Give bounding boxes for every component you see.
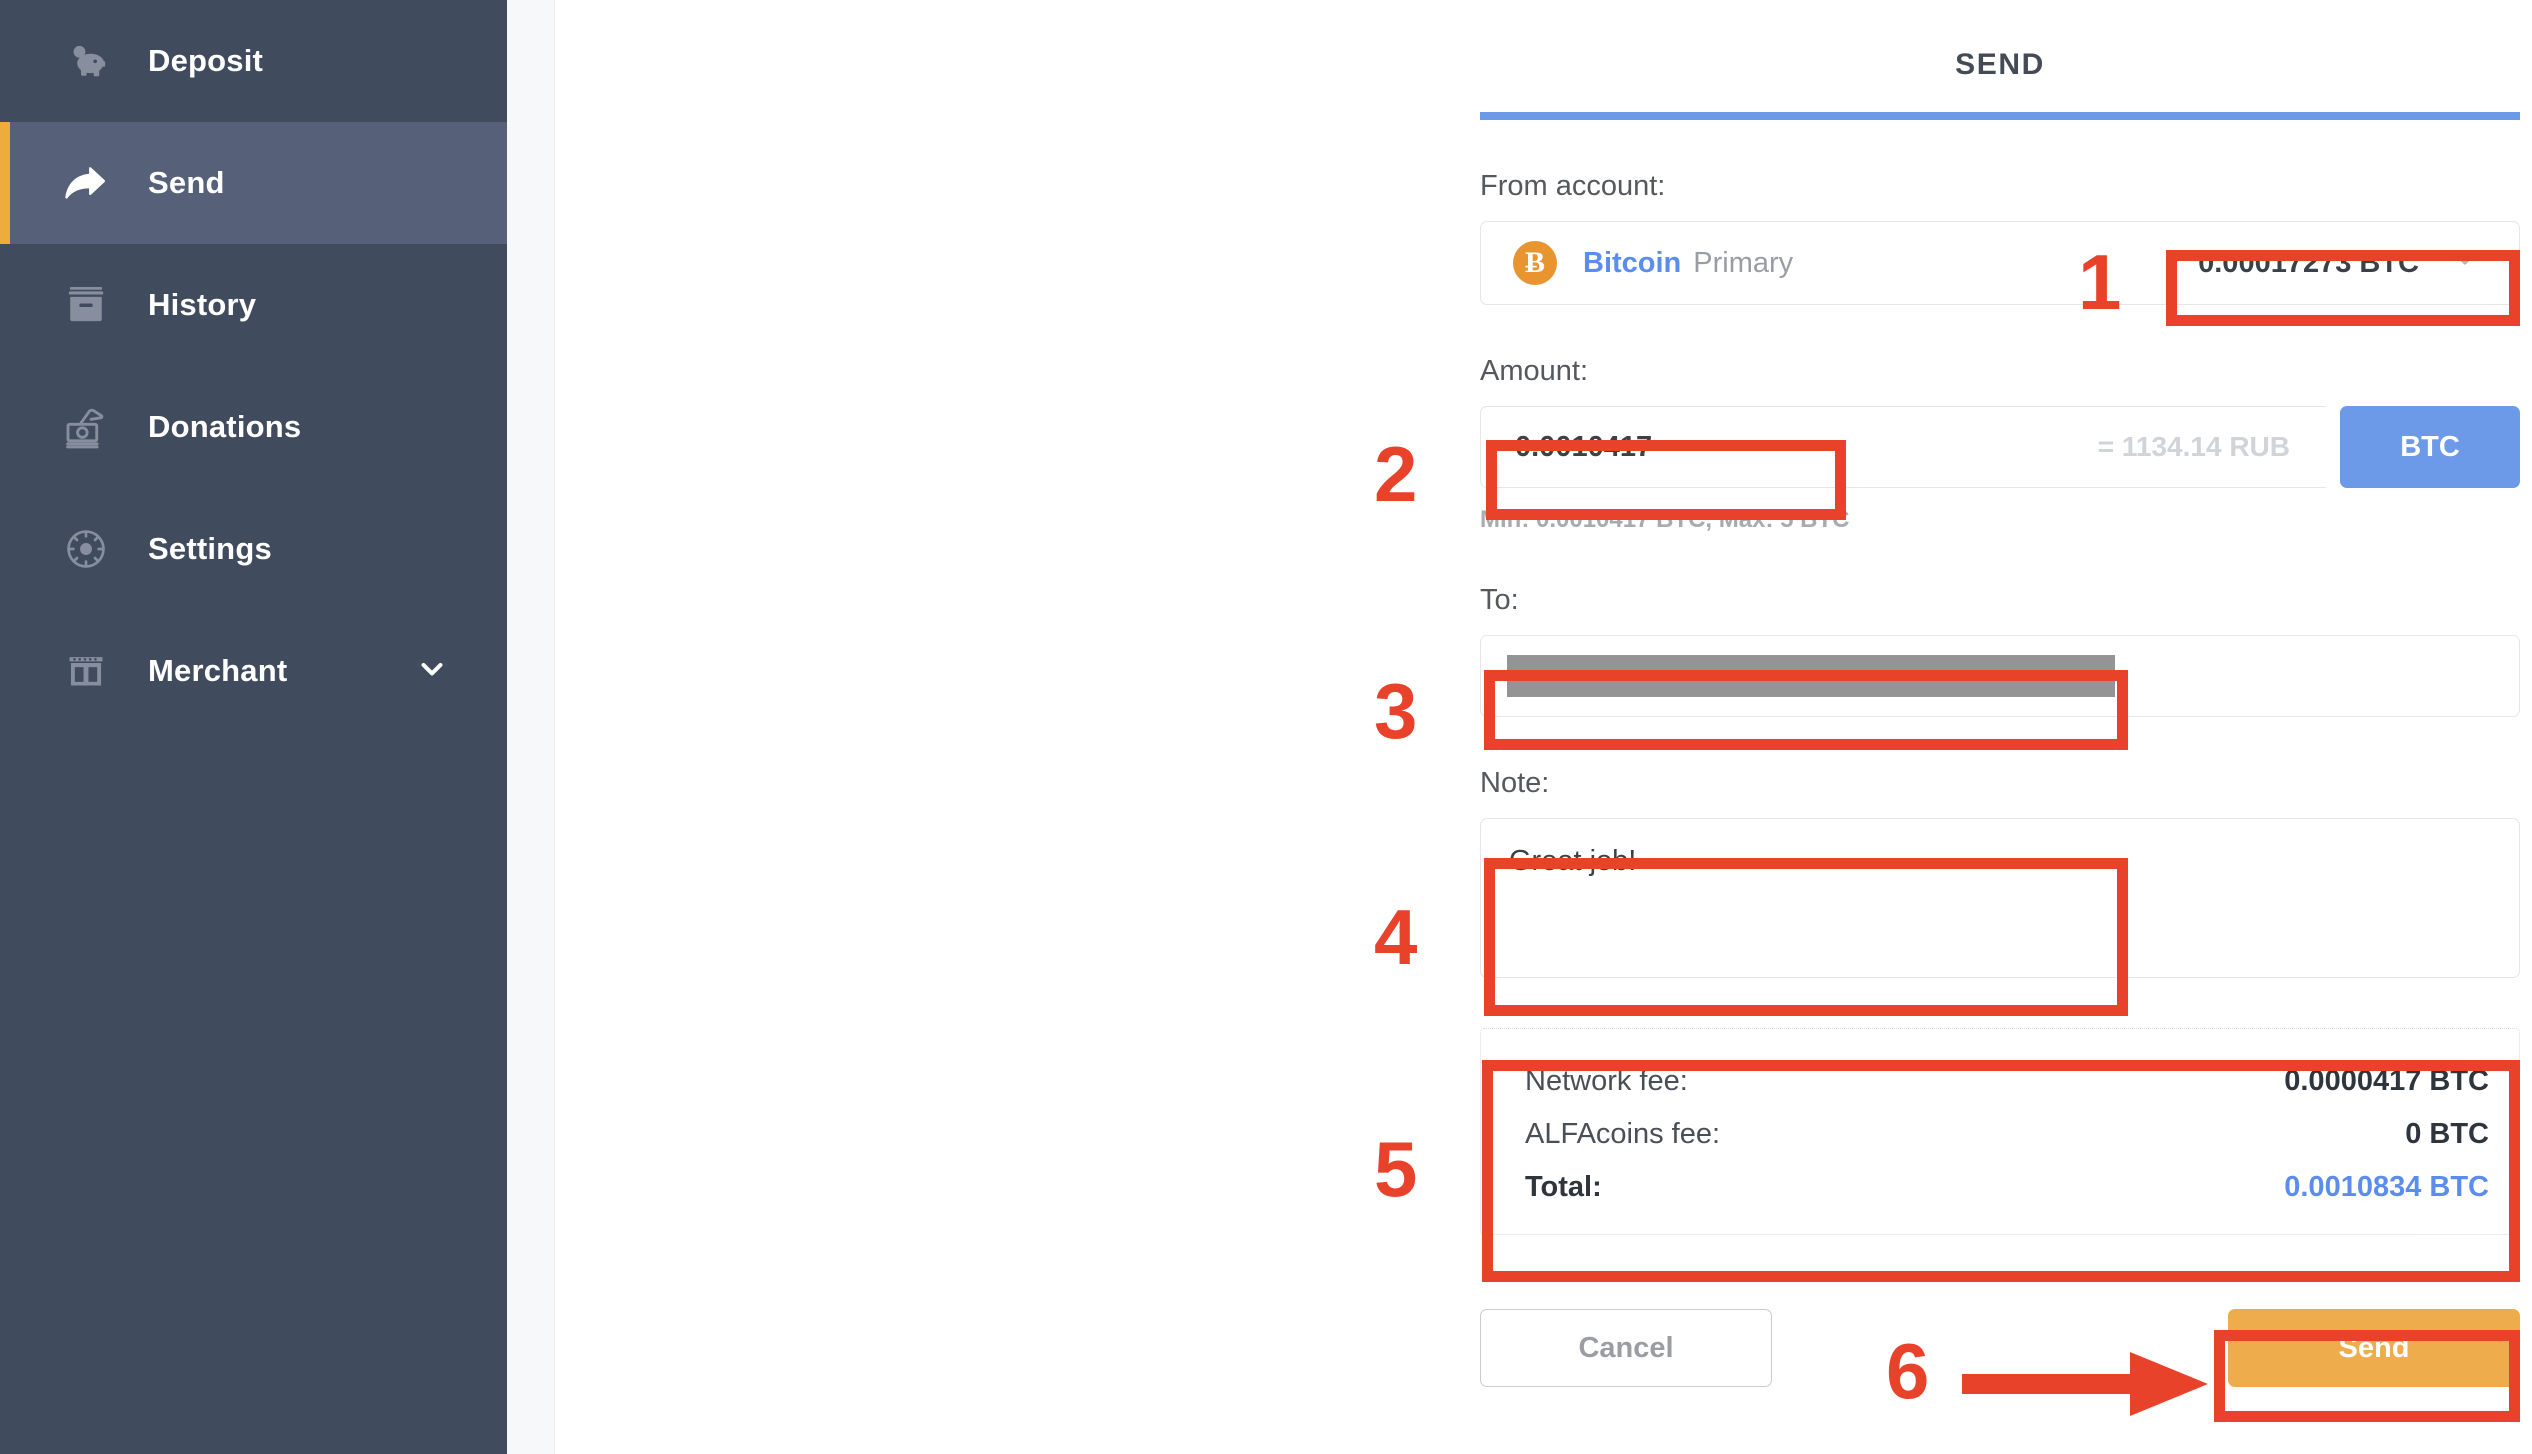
fee-row-total: Total: 0.0010834 BTC xyxy=(1525,1171,2489,1204)
amount-input[interactable]: 0.0010417 = 1134.14 RUB xyxy=(1480,406,2326,488)
sidebar-item-label: Merchant xyxy=(148,653,288,688)
sidebar-item-label: Settings xyxy=(148,531,272,566)
main-content: SEND From account: Ƀ Bitcoin Primary 0.0… xyxy=(556,0,2532,1454)
sidebar-item-deposit[interactable]: Deposit xyxy=(0,0,507,122)
sidebar-item-label: Donations xyxy=(148,409,302,444)
store-icon xyxy=(60,645,112,697)
piggy-bank-icon xyxy=(60,35,112,87)
amount-row: 0.0010417 = 1134.14 RUB BTC xyxy=(1480,406,2520,488)
fee-label: Network fee: xyxy=(1525,1065,1688,1097)
currency-toggle-button[interactable]: BTC xyxy=(2340,406,2520,488)
fee-value: 0 BTC xyxy=(2405,1118,2489,1150)
send-form: SEND From account: Ƀ Bitcoin Primary 0.0… xyxy=(1480,0,2520,1387)
send-button[interactable]: Send xyxy=(2228,1309,2520,1387)
archive-box-icon xyxy=(60,279,112,331)
sidebar-item-label: History xyxy=(148,287,257,322)
chevron-down-icon[interactable] xyxy=(2451,245,2479,281)
fee-row-service: ALFAcoins fee: 0 BTC xyxy=(1525,1118,2489,1151)
annotation-number-6: 6 xyxy=(1886,1327,1930,1415)
account-balance-select[interactable]: 0.00017273 BTC xyxy=(2198,245,2519,281)
fee-summary: Network fee: 0.0000417 BTC ALFAcoins fee… xyxy=(1480,1028,2520,1235)
page-title: SEND xyxy=(1955,48,2045,81)
sidebar-item-donations[interactable]: Donations xyxy=(0,366,507,488)
sidebar-item-label: Send xyxy=(148,165,225,200)
gear-icon xyxy=(60,523,112,575)
account-name: Bitcoin xyxy=(1583,246,1682,279)
to-input[interactable] xyxy=(1480,635,2520,717)
chevron-down-icon[interactable] xyxy=(415,652,449,691)
hand-coin-icon xyxy=(60,401,112,453)
to-label: To: xyxy=(1480,584,1519,616)
fee-value: 0.0000417 BTC xyxy=(2284,1065,2489,1097)
app-window: Deposit Send History Donations Settings … xyxy=(0,0,2532,1454)
sidebar-item-label: Deposit xyxy=(148,43,264,78)
sidebar-item-merchant[interactable]: Merchant xyxy=(0,610,507,732)
sidebar-item-history[interactable]: History xyxy=(0,244,507,366)
content-gutter xyxy=(507,0,555,1454)
annotation-number-1: 1 xyxy=(2078,238,2122,326)
amount-value: 0.0010417 xyxy=(1515,430,1653,463)
annotation-arrow-6 xyxy=(1962,1348,2212,1425)
redacted-address xyxy=(1507,655,2115,697)
annotation-number-2: 2 xyxy=(1374,430,1418,518)
share-arrow-icon xyxy=(60,157,112,209)
bitcoin-icon: Ƀ xyxy=(1513,241,1557,285)
fee-label: ALFAcoins fee: xyxy=(1525,1118,1721,1150)
annotation-number-5: 5 xyxy=(1374,1125,1418,1213)
amount-conversion: = 1134.14 RUB xyxy=(2097,431,2290,462)
sidebar-item-settings[interactable]: Settings xyxy=(0,488,507,610)
cancel-button[interactable]: Cancel xyxy=(1480,1309,1772,1387)
annotation-number-4: 4 xyxy=(1374,893,1418,981)
account-type: Primary xyxy=(1693,246,1794,279)
note-label: Note: xyxy=(1480,767,1550,799)
title-underline xyxy=(1480,112,2520,120)
sidebar-item-send[interactable]: Send xyxy=(0,122,507,244)
account-balance-value: 0.00017273 BTC xyxy=(2198,246,2419,279)
amount-label: Amount: xyxy=(1480,355,1588,387)
annotation-number-3: 3 xyxy=(1374,667,1418,755)
fee-row-network: Network fee: 0.0000417 BTC xyxy=(1525,1065,2489,1098)
fee-label: Total: xyxy=(1525,1171,1602,1203)
from-account-card[interactable]: Ƀ Bitcoin Primary 0.00017273 BTC xyxy=(1480,221,2520,305)
fee-value: 0.0010834 BTC xyxy=(2284,1171,2489,1203)
amount-hint: Min: 0.0010417 BTC, Max: 5 BTC xyxy=(1480,506,1850,533)
sidebar: Deposit Send History Donations Settings … xyxy=(0,0,507,1454)
from-account-label: From account: xyxy=(1480,170,1666,202)
note-input[interactable]: Great job! xyxy=(1480,818,2520,978)
